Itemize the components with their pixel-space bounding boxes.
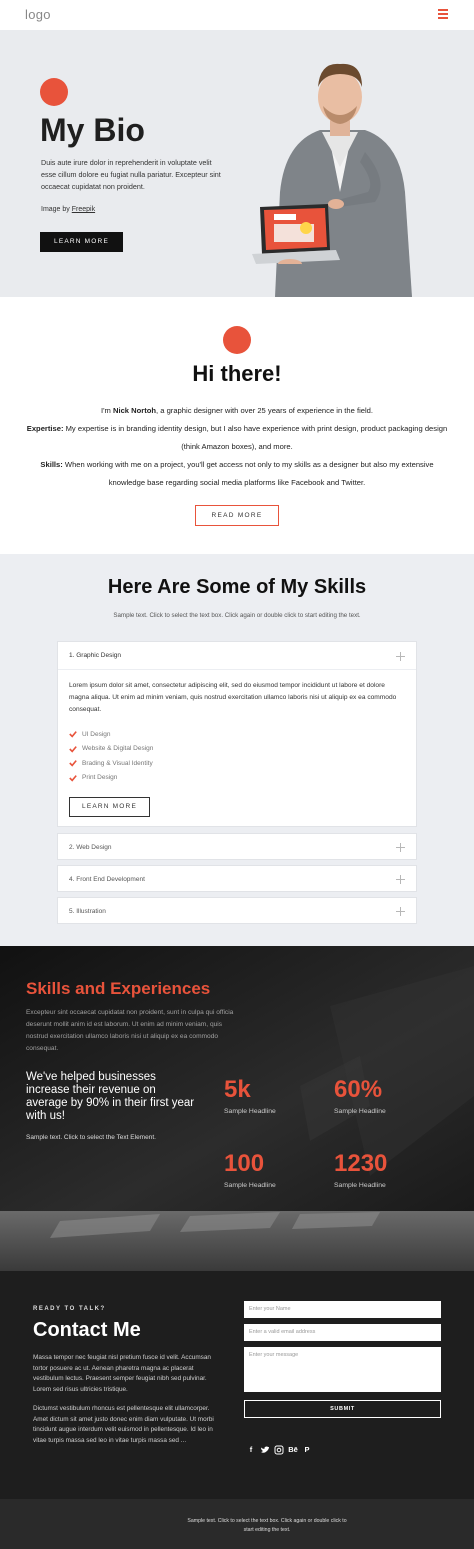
footer-text: Sample text. Click to select the text bo… — [187, 1518, 347, 1533]
page: logo My Bio Duis aute irure dolor in rep… — [0, 0, 474, 1549]
behance-icon[interactable]: Bē — [288, 1445, 298, 1455]
stat-label: Sample Headline — [224, 1108, 276, 1115]
accordion-title[interactable]: 2. Web Design — [69, 844, 112, 851]
skills-section: Here Are Some of My Skills Sample text. … — [0, 554, 474, 946]
learn-more-button[interactable]: LEARN MORE — [69, 797, 150, 817]
site-header: logo — [0, 0, 474, 30]
hamburger-icon[interactable] — [438, 9, 448, 19]
image-credit: Image by Freepik — [41, 206, 95, 213]
check-icon — [69, 760, 77, 767]
skills-subtitle: Sample text. Click to select the text bo… — [113, 612, 361, 619]
stat-value: 60% — [334, 1076, 383, 1103]
experience-highlight: We've helped businesses increase their r… — [26, 1071, 195, 1122]
check-list: UI Design Website & Digital Design Bradi… — [69, 727, 153, 785]
accordion-item-front-end[interactable]: 4. Front End Development — [57, 865, 417, 892]
accordion-title[interactable]: 1. Graphic Design — [69, 652, 121, 659]
accordion-item-illustration[interactable]: 5. Illustration — [57, 897, 417, 924]
contact-paragraph: Dictumst vestibulum rhoncus est pellente… — [33, 1405, 214, 1444]
stat-value: 5k — [224, 1076, 251, 1103]
stat-block: 60% Sample Headline — [334, 1076, 444, 1115]
intro-body: I'm Nick Nortoh, a graphic designer with… — [26, 402, 448, 492]
intro-title: Hi there! — [192, 361, 282, 386]
check-icon — [69, 731, 77, 738]
divider — [58, 669, 416, 670]
stat-block: 100 Sample Headline — [224, 1150, 334, 1189]
plus-icon[interactable] — [396, 875, 405, 884]
accordion-text: Lorem ipsum dolor sit amet, consectetur … — [69, 682, 397, 713]
stat-label: Sample Headline — [334, 1108, 386, 1115]
twitter-icon[interactable] — [260, 1445, 270, 1455]
stat-value: 1230 — [334, 1150, 388, 1177]
decorative-dot — [223, 326, 251, 354]
email-input[interactable]: Enter a valid email address — [244, 1324, 441, 1341]
experience-title: Skills and Experiences — [26, 979, 211, 998]
intro-expertise: Expertise: My expertise is in branding i… — [26, 424, 448, 451]
instagram-icon[interactable] — [274, 1445, 284, 1455]
accordion-item-web-design[interactable]: 2. Web Design — [57, 833, 417, 860]
accordion-title[interactable]: 4. Front End Development — [69, 876, 145, 883]
message-textarea[interactable]: Enter your message — [244, 1347, 441, 1392]
decorative-dot — [40, 78, 68, 106]
check-item: Print Design — [69, 771, 153, 786]
plus-icon[interactable] — [396, 652, 405, 661]
check-icon — [69, 774, 77, 782]
credit-prefix: Image by — [41, 206, 72, 213]
intro-line-1: I'm Nick Nortoh, a graphic designer with… — [100, 406, 373, 415]
stat-label: Sample Headline — [224, 1182, 276, 1189]
skills-title: Here Are Some of My Skills — [107, 576, 367, 598]
pinterest-icon[interactable]: P — [302, 1445, 312, 1455]
stat-block: 5k Sample Headline — [224, 1076, 334, 1115]
contact-paragraph: Massa tempor nec feugiat nisl pretium fu… — [33, 1354, 211, 1393]
intro-skills: Skills: When working with me on a projec… — [40, 460, 434, 487]
hero-section: My Bio Duis aute irure dolor in reprehen… — [0, 30, 474, 297]
stat-value: 100 — [224, 1150, 265, 1177]
check-item: Website & Digital Design — [69, 742, 153, 757]
plus-icon[interactable] — [396, 843, 405, 852]
check-icon — [69, 745, 77, 753]
accordion-title[interactable]: 5. Illustration — [69, 908, 106, 915]
submit-button[interactable]: SUBMIT — [244, 1400, 441, 1418]
name-input[interactable]: Enter your Name — [244, 1301, 441, 1318]
contact-eyebrow: READY TO TALK? — [33, 1306, 106, 1312]
learn-more-button[interactable]: LEARN MORE — [40, 232, 123, 252]
stat-block: 1230 Sample Headline — [334, 1150, 444, 1189]
social-links: f Bē P — [246, 1445, 312, 1455]
contact-title: Contact Me — [33, 1319, 141, 1341]
hero-text: Duis aute irure dolor in reprehenderit i… — [41, 158, 221, 191]
site-footer: Sample text. Click to select the text bo… — [0, 1499, 474, 1549]
hero-title: My Bio — [40, 112, 145, 148]
check-item: UI Design — [69, 727, 153, 742]
check-item: Brading & Visual Identity — [69, 756, 153, 771]
facebook-icon[interactable]: f — [246, 1445, 256, 1455]
read-more-button[interactable]: READ MORE — [195, 505, 279, 526]
freepik-link[interactable]: Freepik — [72, 206, 95, 213]
intro-section: Hi there! I'm Nick Nortoh, a graphic des… — [0, 297, 474, 554]
experience-sample-text: Sample text. Click to select the Text El… — [26, 1134, 156, 1141]
stat-label: Sample Headline — [334, 1182, 386, 1189]
experience-section: Skills and Experiences Excepteur sint oc… — [0, 946, 474, 1271]
plus-icon[interactable] — [396, 907, 405, 916]
logo[interactable]: logo — [25, 7, 51, 22]
contact-section: READY TO TALK? Contact Me Massa tempor n… — [0, 1271, 474, 1499]
accordion-item-graphic-design[interactable]: 1. Graphic Design Lorem ipsum dolor sit … — [57, 641, 417, 827]
experience-text: Excepteur sint occaecat cupidatat non pr… — [26, 1009, 234, 1052]
person-with-laptop-image — [252, 63, 412, 297]
